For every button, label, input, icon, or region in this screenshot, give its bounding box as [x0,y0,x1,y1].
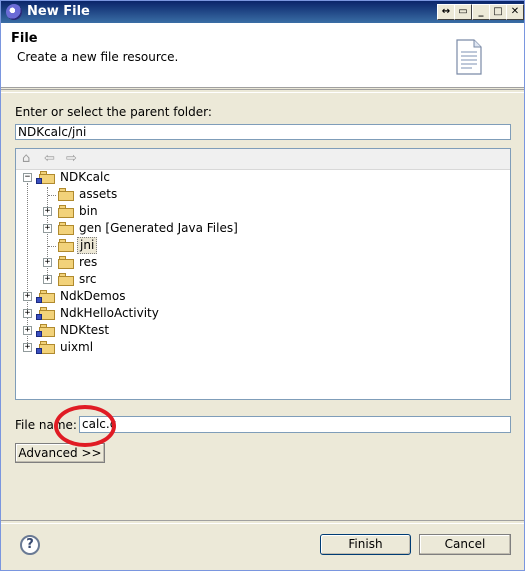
folder-icon [58,256,74,269]
tree-item-label: res [79,255,98,269]
wizard-header: File Create a new file resource. [1,23,524,88]
folder-icon [58,188,74,201]
wizard-description: Create a new file resource. [17,50,179,64]
help-icon[interactable]: ? [20,535,40,555]
restore-icon[interactable]: ▭ [454,4,472,20]
tree-item-label: NdkHelloActivity [60,306,159,320]
folder-icon [58,273,74,286]
project-icon [36,171,55,184]
finish-button[interactable]: Finish [320,534,411,555]
highlight-circle [54,405,116,447]
expand-icon[interactable]: + [23,292,32,301]
title-bar: New File ↔ ▭ _ □ ✕ [1,1,524,23]
expand-icon[interactable]: + [23,309,32,318]
close-button[interactable]: ✕ [506,4,524,20]
tree-connector [48,195,56,196]
window-title: New File [27,4,90,19]
footer-separator [1,520,524,524]
header-separator [1,89,524,93]
project-icon [36,341,55,354]
maximize-button[interactable]: □ [489,4,507,20]
tree-item-label: gen [Generated Java Files] [79,221,238,235]
tree-item-label: NDKtest [60,323,110,337]
tree-toolbar: ⌂ ⇦ ⇨ [16,149,510,170]
expand-icon[interactable]: + [43,258,52,267]
folder-icon [58,222,74,235]
expand-icon[interactable]: + [23,343,32,352]
project-icon [36,290,55,303]
tree-item-label: jni [77,237,98,254]
tree-item-label: NDKcalc [60,170,110,184]
project-icon [36,324,55,337]
tree-item-label: src [79,272,97,286]
eclipse-icon [6,4,22,20]
folder-open-icon [58,239,74,252]
tree-item-label: uixml [60,340,94,354]
expand-icon[interactable]: + [23,326,32,335]
tree-item-label: NdkDemos [60,289,126,303]
expand-icon[interactable]: + [43,207,52,216]
move-icon[interactable]: ↔ [437,4,455,20]
expand-icon[interactable]: + [43,275,52,284]
project-icon [36,307,55,320]
tree-connector [48,246,56,247]
home-icon[interactable]: ⌂ [22,151,30,166]
minimize-button[interactable]: _ [472,4,490,20]
cancel-button[interactable]: Cancel [419,534,511,555]
parent-folder-input[interactable]: NDKcalc/jni [15,124,511,140]
expand-icon[interactable]: + [43,224,52,233]
wizard-title: File [11,31,38,46]
collapse-icon[interactable]: − [23,173,32,182]
forward-icon[interactable]: ⇨ [66,151,77,166]
parent-folder-label: Enter or select the parent folder: [15,105,212,119]
back-icon[interactable]: ⇦ [44,151,55,166]
tree-item-label: bin [79,204,98,218]
new-file-dialog: New File ↔ ▭ _ □ ✕ File Create a new fil… [0,0,525,571]
folder-tree[interactable]: ⌂ ⇦ ⇨ − NDKcalc assets + bin + gen [Gene… [15,148,511,400]
folder-icon [58,205,74,218]
new-file-icon [456,39,482,75]
file-name-input[interactable]: calc.c [79,416,511,433]
tree-item-label: assets [79,187,118,201]
